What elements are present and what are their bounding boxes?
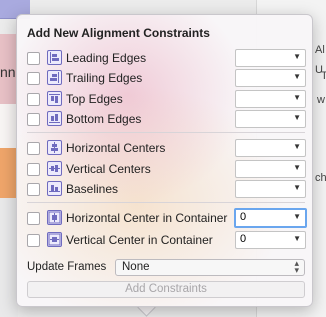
constraint-row-leading-edges: Leading Edges ▼ [17, 49, 312, 69]
vertical-centers-value-select[interactable]: ▼ [235, 160, 306, 178]
chevron-down-icon: ▼ [293, 113, 301, 122]
chevron-down-icon: ▼ [293, 52, 301, 61]
inspector-text-fragment: Al [315, 44, 325, 56]
separator [27, 202, 305, 203]
separator [27, 132, 305, 133]
constraint-label: Bottom Edges [66, 112, 142, 126]
constraint-label: Horizontal Center in Container [66, 211, 228, 225]
horizontal-center-container-checkbox[interactable] [27, 212, 40, 225]
constraint-label: Horizontal Centers [66, 141, 166, 155]
update-frames-select[interactable]: None ▴ ▾ [115, 259, 305, 276]
constraint-label: Vertical Centers [66, 162, 151, 176]
chevron-down-icon: ▼ [293, 183, 301, 192]
constraint-label: Trailing Edges [66, 71, 143, 85]
add-constraints-button[interactable]: Add Constraints [27, 281, 305, 298]
constraint-label: Top Edges [66, 92, 123, 106]
constraint-label: Vertical Center in Container [66, 233, 213, 247]
constraint-row-top-edges: Top Edges ▼ [17, 90, 312, 110]
constraint-row-horizontal-center-container: Horizontal Center in Container 0 ▼ [17, 208, 312, 229]
up-down-chevron-icon: ▴ ▾ [294, 258, 299, 275]
constraint-label: Leading Edges [66, 51, 147, 65]
baselines-value-select[interactable]: ▼ [235, 180, 306, 198]
baselines-icon [47, 181, 62, 196]
top-edges-value-select[interactable]: ▼ [235, 90, 306, 108]
bottom-edges-icon [47, 111, 62, 126]
chevron-down-icon: ▼ [293, 234, 301, 243]
constraint-row-vertical-centers: Vertical Centers ▼ [17, 160, 312, 180]
vertical-center-container-checkbox[interactable] [27, 234, 40, 247]
inspector-text-fragment: ch [315, 172, 326, 184]
top-edges-checkbox[interactable] [27, 93, 40, 106]
vertical-center-container-icon [47, 232, 62, 247]
constraint-label: Baselines [66, 182, 119, 196]
chevron-down-icon: ▼ [293, 142, 301, 151]
vertical-centers-checkbox[interactable] [27, 163, 40, 176]
popover-title: Add New Alignment Constraints [27, 26, 210, 40]
horizontal-centers-icon [47, 140, 62, 155]
inspector-text-fragment: T [321, 70, 326, 82]
vertical-centers-icon [47, 161, 62, 176]
chevron-down-icon: ▼ [293, 212, 301, 221]
inspector-text-fragment: w [317, 94, 325, 106]
leading-edges-value-select[interactable]: ▼ [235, 49, 306, 67]
trailing-edges-icon [47, 70, 62, 85]
trailing-edges-value-select[interactable]: ▼ [235, 69, 306, 87]
add-alignment-constraints-popover: Add New Alignment Constraints Leading Ed… [16, 14, 313, 307]
bottom-edges-checkbox[interactable] [27, 113, 40, 126]
vertical-center-container-value-select[interactable]: 0 ▼ [235, 231, 306, 249]
chevron-down-icon: ▼ [293, 163, 301, 172]
leading-edges-icon [47, 50, 62, 65]
baselines-checkbox[interactable] [27, 183, 40, 196]
update-frames-label: Update Frames [27, 261, 107, 273]
top-edges-icon [47, 91, 62, 106]
chevron-down-icon: ▼ [293, 72, 301, 81]
constraint-row-baselines: Baselines ▼ [17, 180, 312, 200]
horizontal-centers-value-select[interactable]: ▼ [235, 139, 306, 157]
horizontal-centers-checkbox[interactable] [27, 142, 40, 155]
constraint-row-horizontal-centers: Horizontal Centers ▼ [17, 139, 312, 159]
leading-edges-checkbox[interactable] [27, 52, 40, 65]
constraint-row-trailing-edges: Trailing Edges ▼ [17, 69, 312, 89]
canvas-label-fragment: nn [0, 64, 16, 80]
constraint-row-bottom-edges: Bottom Edges ▼ [17, 110, 312, 130]
horizontal-center-container-value-select[interactable]: 0 ▼ [234, 208, 307, 228]
bottom-edges-value-select[interactable]: ▼ [235, 110, 306, 128]
constraint-row-vertical-center-container: Vertical Center in Container 0 ▼ [17, 231, 312, 251]
chevron-down-icon: ▼ [293, 93, 301, 102]
trailing-edges-checkbox[interactable] [27, 72, 40, 85]
horizontal-center-container-icon [47, 210, 62, 225]
